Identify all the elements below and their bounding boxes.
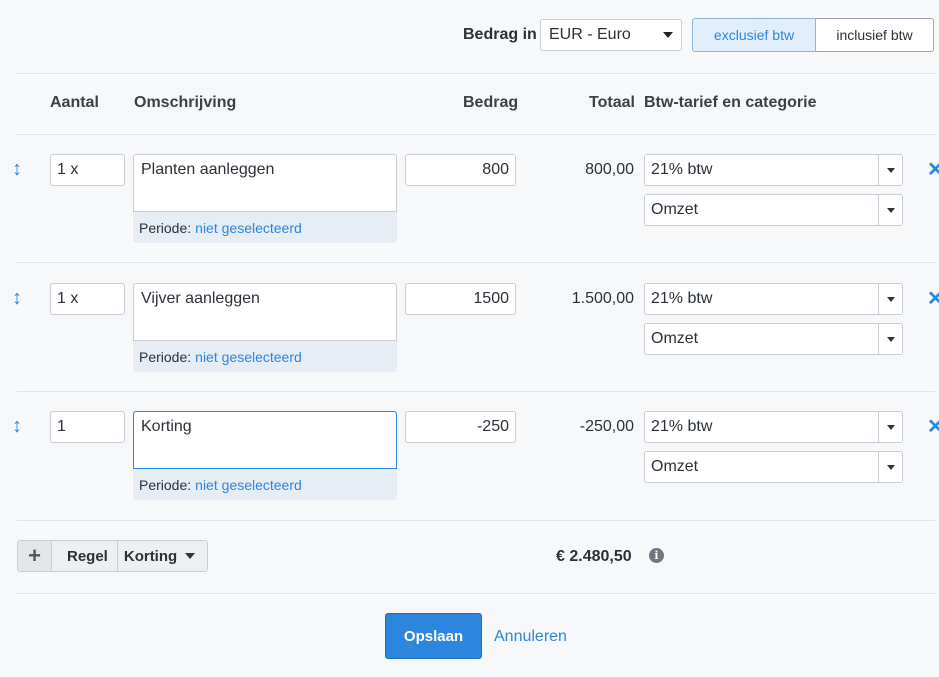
vat-rate-select[interactable]: 21% btw — [644, 411, 903, 443]
vat-mode-toggle: exclusief btw inclusief btw — [692, 18, 934, 52]
add-discount-label: Korting — [123, 547, 178, 565]
chevron-down-icon — [185, 553, 196, 559]
chevron-down-icon — [878, 324, 902, 354]
period-link[interactable]: niet geselecteerd — [195, 349, 302, 365]
save-button[interactable]: Opslaan — [385, 613, 482, 659]
invoice-line: ↕ 1 x Vijver aanleggen Periode: niet ges… — [0, 283, 939, 375]
column-amount: Bedrag — [463, 94, 519, 111]
add-discount-dropdown[interactable]: Korting — [117, 541, 208, 571]
info-icon[interactable]: i — [649, 548, 664, 563]
category-value: Omzet — [651, 458, 699, 475]
currency-value: EUR - Euro — [549, 26, 631, 43]
vat-rate-value: 21% btw — [651, 161, 713, 178]
divider — [17, 520, 935, 521]
divider — [17, 134, 935, 135]
drag-vertical-icon[interactable]: ↕ — [12, 288, 22, 308]
chevron-down-icon — [878, 195, 902, 225]
amount-in-label: Bedrag in — [463, 26, 537, 43]
drag-vertical-icon[interactable]: ↕ — [12, 416, 22, 436]
period-label: Periode: — [139, 219, 192, 236]
chevron-down-icon — [878, 284, 902, 314]
quantity-input[interactable]: 1 — [50, 411, 125, 443]
description-input[interactable]: Korting — [133, 411, 397, 469]
period-selector: Periode: niet geselecteerd — [133, 212, 397, 243]
period-selector: Periode: niet geselecteerd — [133, 469, 397, 500]
chevron-down-icon — [878, 412, 902, 442]
category-select[interactable]: Omzet — [644, 194, 903, 226]
period-link[interactable]: niet geselecteerd — [195, 220, 302, 236]
column-quantity: Aantal — [50, 94, 99, 111]
category-select[interactable]: Omzet — [644, 451, 903, 483]
period-label: Periode: — [139, 348, 192, 365]
plus-icon[interactable]: + — [18, 541, 52, 571]
add-line-toolbar: + Regel Korting — [17, 540, 209, 572]
vat-rate-select[interactable]: 21% btw — [644, 283, 903, 315]
amount-input[interactable]: -250 — [405, 411, 516, 443]
add-line-button[interactable]: Regel — [52, 541, 118, 571]
period-label: Periode: — [139, 476, 192, 493]
exclusive-vat-option[interactable]: exclusief btw — [692, 18, 816, 52]
close-icon[interactable]: ✕ — [927, 417, 939, 437]
description-input[interactable]: Planten aanleggen — [133, 154, 397, 212]
line-total: 1.500,00 — [571, 290, 634, 307]
currency-select[interactable]: EUR - Euro — [540, 19, 682, 51]
category-value: Omzet — [651, 330, 699, 347]
period-selector: Periode: niet geselecteerd — [133, 341, 397, 372]
vat-rate-select[interactable]: 21% btw — [644, 154, 903, 186]
close-icon[interactable]: ✕ — [927, 289, 939, 309]
divider — [17, 73, 935, 74]
quantity-input[interactable]: 1 x — [50, 154, 125, 186]
inclusive-vat-option[interactable]: inclusief btw — [816, 18, 934, 52]
line-total: 800,00 — [585, 161, 634, 178]
column-vat-category: Btw-tarief en categorie — [644, 94, 817, 111]
invoice-line: ↕ 1 x Planten aanleggen Periode: niet ge… — [0, 154, 939, 246]
chevron-down-icon — [878, 155, 902, 185]
period-link[interactable]: niet geselecteerd — [195, 477, 302, 493]
description-input[interactable]: Vijver aanleggen — [133, 283, 397, 341]
vat-rate-value: 21% btw — [651, 418, 713, 435]
divider — [17, 593, 935, 594]
grand-total: € 2.480,50 — [556, 548, 632, 565]
line-total: -250,00 — [579, 418, 634, 435]
column-description: Omschrijving — [134, 94, 237, 111]
divider — [17, 262, 935, 263]
category-select[interactable]: Omzet — [644, 323, 903, 355]
vat-rate-value: 21% btw — [651, 290, 713, 307]
amount-input[interactable]: 800 — [405, 154, 516, 186]
category-value: Omzet — [651, 201, 699, 218]
divider — [17, 391, 935, 392]
cancel-link[interactable]: Annuleren — [494, 628, 567, 646]
quantity-input[interactable]: 1 x — [50, 283, 125, 315]
amount-input[interactable]: 1500 — [405, 283, 516, 315]
chevron-down-icon — [878, 452, 902, 482]
column-total: Totaal — [589, 94, 635, 111]
drag-vertical-icon[interactable]: ↕ — [12, 159, 22, 179]
close-icon[interactable]: ✕ — [927, 160, 939, 180]
invoice-line: ↕ 1 Korting Periode: niet geselecteerd -… — [0, 411, 939, 503]
chevron-down-icon — [663, 32, 673, 38]
